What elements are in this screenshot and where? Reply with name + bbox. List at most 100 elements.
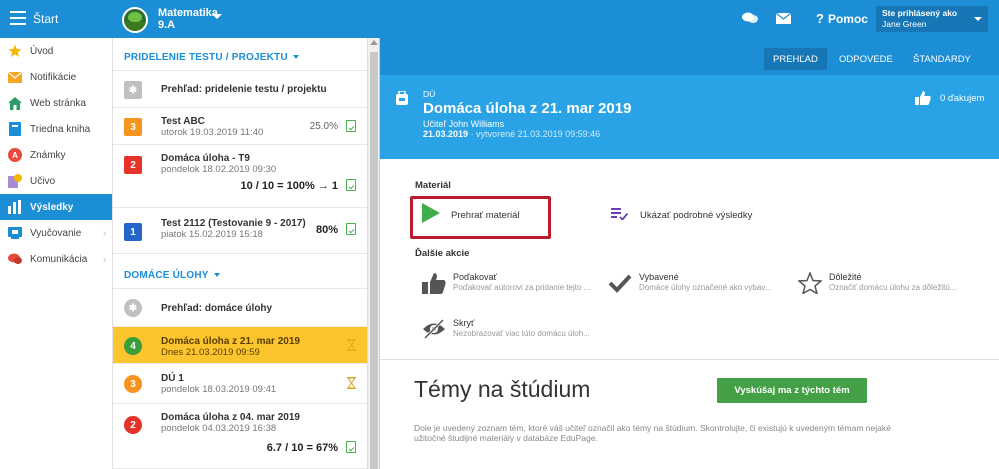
sidebar-item-teaching[interactable]: Vyučovanie ›	[0, 220, 112, 246]
document-check-icon[interactable]	[346, 120, 356, 132]
test-list-item[interactable]: 2 Domáca úloha - T9 pondelok 18.02.2019 09…	[113, 145, 367, 208]
topics-title: Témy na štúdium	[414, 376, 591, 402]
sidebar-item-label: Známky	[30, 149, 66, 161]
document-check-icon[interactable]	[346, 179, 356, 191]
eye-slash-icon	[423, 318, 445, 340]
list-item-date: utorok 19.03.2019 11:40	[161, 127, 264, 138]
thumbs-up-icon	[422, 273, 446, 294]
homework-created: · vytvorené 21.03.2019 09:59:46	[470, 129, 601, 139]
list-item-title: Domáca úloha - T9	[161, 153, 250, 164]
chevron-right-icon: ›	[103, 228, 106, 238]
list-item-title: Domáca úloha z 21. mar 2019	[161, 336, 300, 347]
assignment-list: PRIDELENIE TESTU / PROJEKTU ✱ Prehľad: p…	[113, 38, 368, 469]
homework-list-item[interactable]: 3 DÚ 1 pondelok 18.03.2019 09:41	[113, 364, 367, 404]
tab-standards[interactable]: ŠTANDARDY	[904, 48, 980, 70]
show-results-button[interactable]: Ukázať podrobné výsledky	[640, 210, 752, 221]
number-badge: 3	[124, 118, 142, 136]
tests-overview-item[interactable]: ✱ Prehľad: pridelenie testu / projektu	[113, 71, 367, 108]
sidebar-item-book[interactable]: Triedna kniha	[0, 116, 112, 142]
sidebar-item-label: Triedna kniha	[30, 123, 91, 135]
homework-teacher: Učiteľ John Williams	[423, 119, 505, 129]
homework-overview-item[interactable]: ✱ Prehľad: domáce úlohy	[113, 289, 367, 327]
user-menu[interactable]: Ste prihlásený ako Jane Green	[876, 6, 988, 32]
sidebar-item-grades[interactable]: A Známky	[0, 142, 112, 168]
help-label: Pomoc	[827, 12, 868, 26]
class-selector[interactable]: Matematika 9.A	[158, 7, 218, 31]
action-description: Poďakovať autorovi za pridanie tejto ...	[453, 283, 591, 292]
scroll-up-icon[interactable]	[370, 40, 378, 45]
detail-tabs: PREHĽAD ODPOVEDE ŠTANDARDY	[380, 38, 999, 75]
tab-overview[interactable]: PREHĽAD	[764, 48, 827, 70]
test-list-item[interactable]: 1 Test 2112 (Testovanie 9 - 2017) piatok 1…	[113, 208, 367, 254]
chat-icon[interactable]	[742, 12, 758, 24]
chevron-down-icon	[213, 273, 220, 278]
list-check-icon[interactable]	[611, 208, 628, 220]
document-check-icon[interactable]	[346, 441, 356, 453]
class-avatar[interactable]	[122, 7, 148, 33]
actions-header: Ďalšie akcie	[415, 248, 470, 259]
score-label: 80%	[315, 224, 338, 236]
list-item-date: pondelok 18.02.2019 09:30	[161, 164, 277, 175]
score-label: 6.7 / 10 = 67%	[266, 442, 338, 454]
tab-answers[interactable]: ODPOVEDE	[830, 48, 902, 70]
action-title: Dôležité	[829, 272, 862, 282]
sidebar-item-star[interactable]: Úvod	[0, 38, 112, 64]
chevron-down-icon	[292, 55, 299, 60]
list-item-title: Test ABC	[161, 116, 205, 127]
score-label: 25.0%	[309, 121, 338, 132]
number-badge: 2	[124, 156, 142, 174]
sidebar-item-label: Učivo	[30, 175, 56, 187]
list-item-title: Test 2112 (Testovanie 9 - 2017)	[161, 218, 306, 229]
menu-icon[interactable]	[10, 11, 26, 25]
list-item-date: pondelok 18.03.2019 09:41	[161, 384, 277, 395]
action-title: Skryť	[453, 318, 475, 328]
user-name: Jane Green	[882, 19, 927, 29]
play-icon[interactable]	[422, 203, 440, 223]
sidebar-item-envelope[interactable]: Notifikácie	[0, 64, 112, 90]
action-description: Nezobrazovať viac túto domácu úloh...	[453, 329, 590, 338]
test-list-item[interactable]: 3 Test ABC utorok 19.03.2019 11:40 25.0%	[113, 108, 367, 145]
material-header: Materiál	[415, 180, 451, 191]
sidebar-item-curriculum[interactable]: Učivo	[0, 168, 112, 194]
homework-kind: DÚ	[423, 89, 436, 99]
gear-icon: ✱	[124, 299, 142, 317]
homework-list-item[interactable]: 4 Domáca úloha z 21. mar 2019 Dnes 21.03.2…	[113, 327, 367, 364]
class-name: Matematika	[158, 7, 218, 19]
list-item-title: Domáca úloha z 04. mar 2019	[161, 412, 300, 423]
list-item-date: Dnes 21.03.2019 09:59	[161, 347, 260, 358]
mail-icon[interactable]	[776, 13, 791, 24]
sidebar-item-home[interactable]: Web stránka	[0, 90, 112, 116]
homework-section-header[interactable]: DOMÁCE ÚLOHY	[124, 270, 220, 281]
tests-section-header[interactable]: PRIDELENIE TESTU / PROJEKTU	[124, 52, 299, 63]
topics-description: Dole je uvedený zoznam tém, ktoré váš uč…	[414, 423, 891, 443]
backpack-icon	[396, 91, 408, 105]
chevron-down-icon[interactable]	[212, 14, 222, 19]
help-button[interactable]: ? Pomoc	[816, 11, 868, 26]
list-item-title: Prehľad: pridelenie testu / projektu	[161, 84, 327, 95]
sidebar-item-bar-chart[interactable]: Výsledky	[0, 194, 112, 220]
class-code: 9.A	[158, 19, 176, 31]
list-scrollbar[interactable]	[368, 38, 380, 469]
homework-title: Domáca úloha z 21. mar 2019	[423, 100, 632, 117]
divider	[380, 359, 999, 360]
hourglass-icon	[347, 339, 356, 351]
homework-header: DÚ Domáca úloha z 21. mar 2019 Učiteľ Jo…	[380, 75, 999, 159]
action-description: Označiť domácu úlohu za dôležitú...	[829, 283, 957, 292]
number-badge: 4	[124, 337, 142, 355]
sidebar: Úvod Notifikácie Web stránka Triedna kniha A…	[0, 38, 113, 469]
start-link[interactable]: Štart	[33, 12, 58, 26]
thumbs-up-icon[interactable]	[915, 91, 931, 105]
envelope-icon	[8, 70, 22, 84]
play-material-button[interactable]: Prehrať materiál	[451, 210, 520, 221]
document-check-icon[interactable]	[346, 223, 356, 235]
homework-list-item[interactable]: 2 Domáca úloha z 04. mar 2019 pondelok 04.…	[113, 404, 367, 469]
sidebar-item-chat[interactable]: Komunikácia ›	[0, 246, 112, 272]
teaching-icon	[8, 226, 22, 240]
scrollbar-thumb[interactable]	[370, 52, 378, 469]
test-me-button[interactable]: Vyskúšaj ma z týchto tém	[717, 378, 867, 403]
thanks-count[interactable]: 0 ďakujem	[940, 93, 984, 104]
action-description: Domáce úlohy označené ako vybav...	[639, 283, 772, 292]
gear-icon: ✱	[124, 81, 142, 99]
user-caption: Ste prihlásený ako	[882, 8, 958, 18]
star-icon	[8, 44, 22, 58]
